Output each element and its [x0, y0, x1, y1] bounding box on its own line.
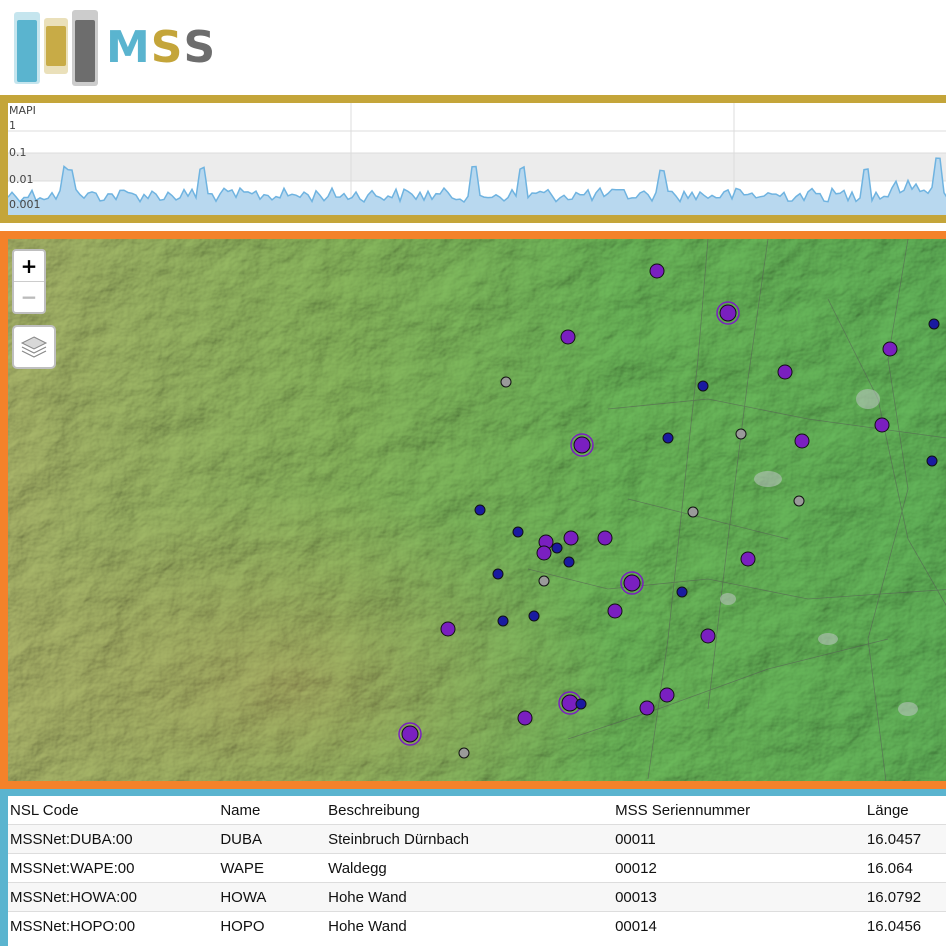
- mapi-chart-panel[interactable]: MAPI 1 0.1 0.01 0.001: [0, 95, 946, 223]
- cell-beschreibung: Hohe Wand: [326, 911, 614, 940]
- column-header-beschreibung[interactable]: Beschreibung: [326, 796, 613, 825]
- station-marker[interactable]: [777, 364, 793, 380]
- column-header-laenge[interactable]: Länge: [865, 796, 946, 825]
- mapi-chart[interactable]: [8, 103, 946, 223]
- station-marker[interactable]: [458, 747, 470, 759]
- station-marker[interactable]: [928, 318, 940, 330]
- station-marker[interactable]: [517, 710, 533, 726]
- cell-seriennummer: 00012: [613, 853, 865, 883]
- station-marker[interactable]: [874, 417, 890, 433]
- station-marker[interactable]: [497, 615, 509, 627]
- column-header-nsl-code[interactable]: NSL Code: [8, 796, 218, 825]
- cell-beschreibung: Hohe Wand: [326, 882, 614, 912]
- station-marker[interactable]: [597, 530, 613, 546]
- cell-name: WAPE: [218, 853, 327, 883]
- station-marker[interactable]: [719, 304, 737, 322]
- y-tick-label: 0.001: [9, 198, 41, 211]
- cell-laenge: 16.064: [864, 853, 946, 883]
- column-header-seriennummer[interactable]: MSS Seriennummer: [613, 796, 865, 825]
- station-marker[interactable]: [528, 610, 540, 622]
- table-row[interactable]: MSSNet:DUBA:00 DUBA Steinbruch Dürnbach …: [8, 824, 946, 854]
- zoom-control: + −: [12, 249, 46, 314]
- station-marker[interactable]: [740, 551, 756, 567]
- station-marker[interactable]: [563, 556, 575, 568]
- cell-beschreibung: Waldegg: [326, 853, 614, 883]
- station-marker[interactable]: [440, 621, 456, 637]
- layers-control-button[interactable]: [12, 325, 56, 369]
- station-marker[interactable]: [575, 698, 587, 710]
- y-tick-label: 0.1: [9, 146, 27, 159]
- cell-seriennummer: 00011: [613, 824, 865, 854]
- station-marker[interactable]: [735, 428, 747, 440]
- table-header-row: NSL Code Name Beschreibung MSS Seriennum…: [8, 796, 946, 825]
- station-marker[interactable]: [573, 436, 591, 454]
- y-tick-label: 0.01: [9, 173, 34, 186]
- station-marker[interactable]: [926, 455, 938, 467]
- station-map[interactable]: + −: [0, 231, 946, 789]
- terrain-basemap[interactable]: [8, 239, 946, 789]
- station-table-panel: NSL Code Name Beschreibung MSS Seriennum…: [0, 789, 946, 946]
- station-marker[interactable]: [474, 504, 486, 516]
- station-marker[interactable]: [560, 329, 576, 345]
- station-marker[interactable]: [882, 341, 898, 357]
- station-marker[interactable]: [536, 545, 552, 561]
- chart-y-axis-label: MAPI: [9, 104, 36, 117]
- y-tick-label: 1: [9, 119, 16, 132]
- station-marker[interactable]: [700, 628, 716, 644]
- zoom-in-button[interactable]: +: [14, 251, 44, 282]
- station-marker[interactable]: [538, 575, 550, 587]
- cell-name: HOPO: [218, 911, 327, 940]
- station-marker[interactable]: [639, 700, 655, 716]
- cell-seriennummer: 00013: [613, 882, 865, 912]
- table-row[interactable]: MSSNet:HOWA:00 HOWA Hohe Wand 00013 16.0…: [8, 882, 946, 912]
- cell-nsl-code: MSSNet:HOPO:00: [8, 911, 219, 940]
- zoom-out-button[interactable]: −: [14, 282, 44, 312]
- station-marker[interactable]: [563, 530, 579, 546]
- header-logo-area: MSS: [0, 0, 946, 96]
- station-marker[interactable]: [512, 526, 524, 538]
- layers-icon: [20, 336, 48, 358]
- station-marker[interactable]: [687, 506, 699, 518]
- table-row[interactable]: MSSNet:HOPO:00 HOPO Hohe Wand 00014 16.0…: [8, 911, 946, 940]
- cell-laenge: 16.0792: [864, 882, 946, 912]
- station-marker[interactable]: [492, 568, 504, 580]
- station-marker[interactable]: [500, 376, 512, 388]
- station-marker[interactable]: [697, 380, 709, 392]
- cell-name: HOWA: [218, 882, 327, 912]
- cell-nsl-code: MSSNet:HOWA:00: [8, 882, 219, 912]
- cell-laenge: 16.0456: [864, 911, 946, 940]
- cell-nsl-code: MSSNet:DUBA:00: [8, 824, 219, 854]
- cell-nsl-code: MSSNet:WAPE:00: [8, 853, 219, 883]
- station-marker[interactable]: [649, 263, 665, 279]
- station-marker[interactable]: [607, 603, 623, 619]
- column-header-name[interactable]: Name: [218, 796, 326, 825]
- mss-logo-text: MSS: [106, 22, 217, 73]
- station-marker[interactable]: [794, 433, 810, 449]
- station-table: NSL Code Name Beschreibung MSS Seriennum…: [8, 796, 946, 940]
- cell-seriennummer: 00014: [613, 911, 865, 940]
- cell-name: DUBA: [218, 824, 327, 854]
- cell-laenge: 16.0457: [864, 824, 946, 854]
- station-marker[interactable]: [551, 542, 563, 554]
- station-marker[interactable]: [662, 432, 674, 444]
- station-marker[interactable]: [793, 495, 805, 507]
- mss-logo-icon: [14, 10, 98, 86]
- table-row[interactable]: MSSNet:WAPE:00 WAPE Waldegg 00012 16.064: [8, 853, 946, 883]
- station-marker[interactable]: [401, 725, 419, 743]
- station-marker[interactable]: [676, 586, 688, 598]
- station-marker[interactable]: [659, 687, 675, 703]
- station-marker[interactable]: [623, 574, 641, 592]
- cell-beschreibung: Steinbruch Dürnbach: [326, 824, 614, 854]
